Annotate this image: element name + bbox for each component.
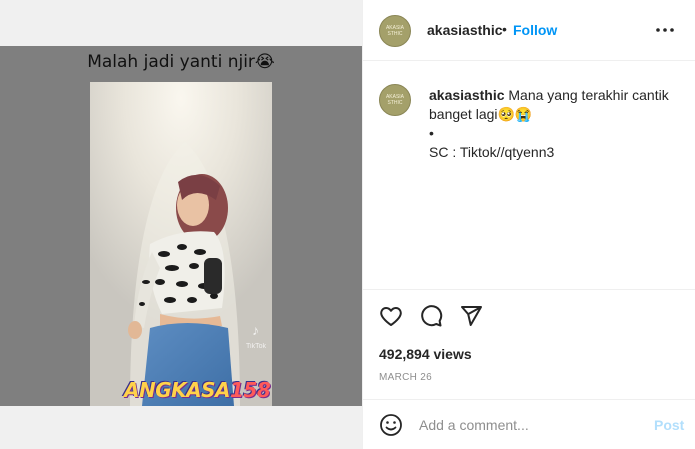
account-avatar[interactable]: AKASIA STHIC: [379, 15, 411, 47]
caption-comment: akasiasthic Mana yang terakhir cantik ba…: [429, 86, 679, 162]
header-divider: [363, 60, 695, 61]
video-caption-overlay: Malah jadi yanti njir😭: [87, 52, 275, 72]
svg-text:TikTok: TikTok: [246, 343, 266, 350]
post-date[interactable]: MARCH 26: [379, 372, 432, 383]
account-username[interactable]: akasiasthic: [427, 22, 503, 38]
actions-divider: [363, 289, 695, 290]
add-comment-input[interactable]: [419, 414, 619, 436]
view-count[interactable]: 492,894 views: [379, 346, 472, 362]
brand-logo: ANGKASA158: [124, 378, 271, 402]
comment-divider: [363, 399, 695, 400]
emoji-icon[interactable]: [379, 413, 403, 437]
comment-credit: SC : Tiktok//qtyenn3: [429, 144, 555, 160]
separator-dot: •: [502, 21, 507, 37]
comment-bullet: •: [429, 125, 434, 141]
share-icon[interactable]: [459, 304, 483, 328]
follow-button[interactable]: Follow: [513, 22, 557, 38]
comment-icon[interactable]: [419, 304, 443, 328]
comment-username[interactable]: akasiasthic: [429, 87, 505, 103]
comment-avatar[interactable]: AKASIA STHIC: [379, 84, 411, 116]
post-sidebar: AKASIA STHIC akasiasthic • Follow AKASIA…: [362, 0, 695, 449]
video-still-image: ♪ TikTok: [90, 82, 272, 406]
post-comment-button[interactable]: Post: [654, 417, 684, 433]
svg-text:♪: ♪: [252, 322, 259, 338]
video-player[interactable]: Malah jadi yanti njir😭 ♪ TikTok ANGKASA1…: [0, 46, 362, 406]
more-options-icon[interactable]: [653, 22, 677, 38]
heart-icon[interactable]: [379, 304, 403, 328]
